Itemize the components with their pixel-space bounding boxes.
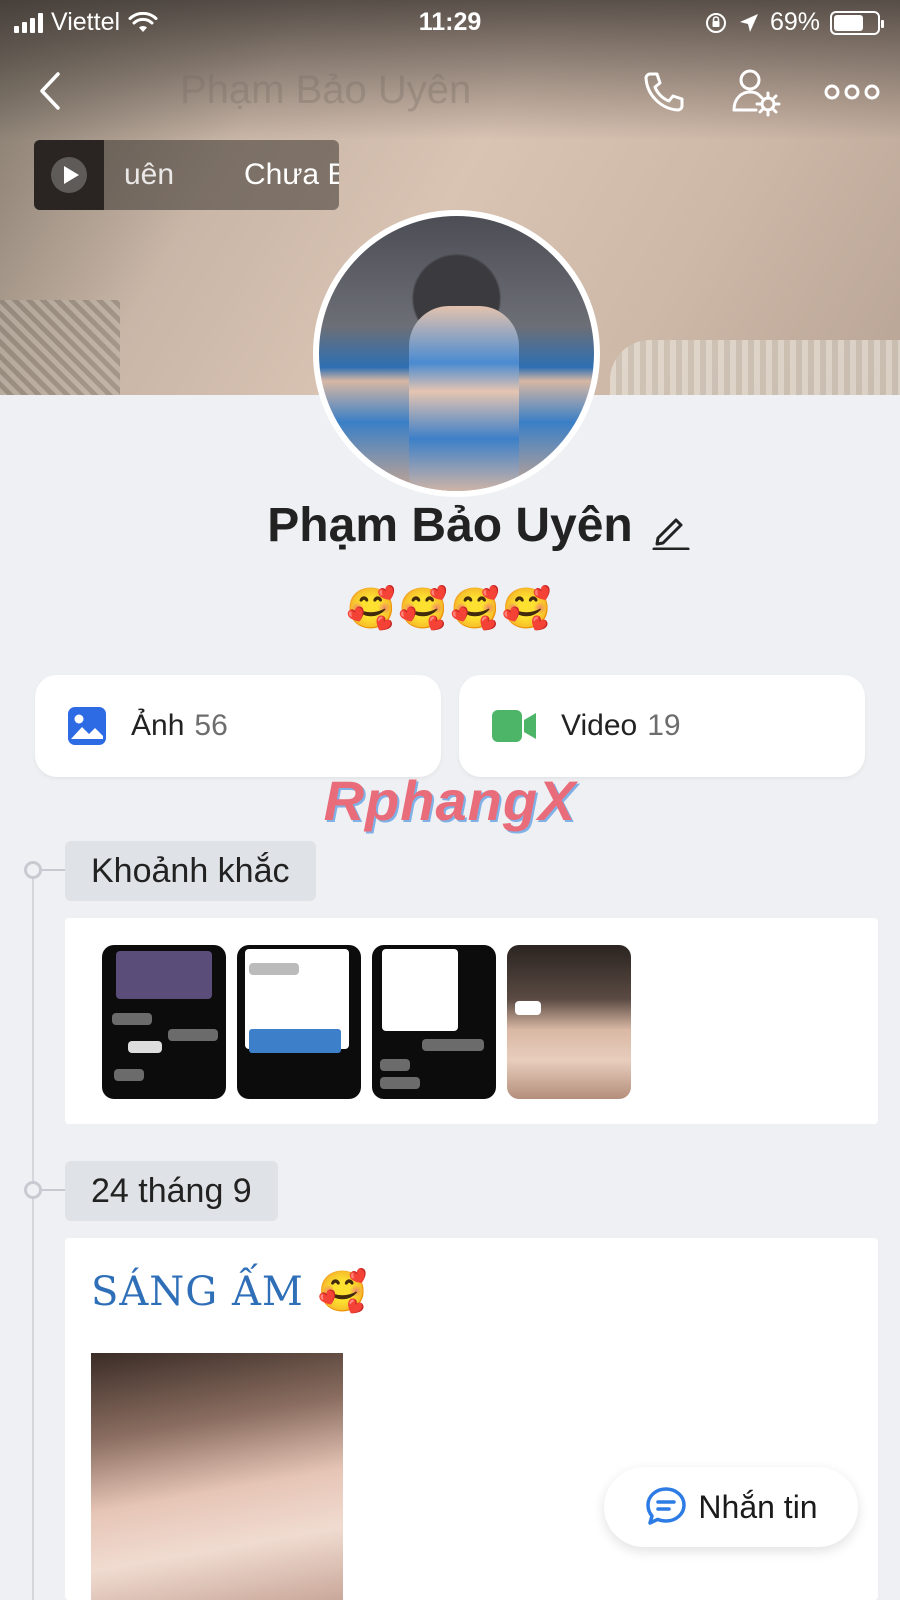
play-icon (51, 157, 87, 193)
more-icon[interactable] (822, 64, 882, 120)
message-button[interactable]: Nhắn tin (604, 1467, 858, 1547)
moment-thumbnail[interactable] (372, 945, 496, 1099)
profile-name: Phạm Bảo Uyên (267, 499, 633, 552)
videos-label: Video (561, 709, 638, 742)
header-bar: Phạm Bảo Uyên (0, 46, 900, 138)
cover-texture-detail (0, 300, 120, 395)
orientation-lock-icon (705, 12, 726, 33)
post-photo[interactable] (91, 1353, 343, 1600)
battery-fill (834, 14, 863, 31)
timeline-line (32, 870, 34, 1600)
pencil-icon[interactable] (650, 510, 690, 550)
photos-label: Ảnh (131, 709, 185, 742)
moment-thumbnail[interactable] (102, 945, 226, 1099)
cover-lace-detail (610, 340, 900, 395)
post-title: SÁNG ẤM 🥰 (91, 1269, 369, 1315)
story-thumbnail[interactable] (34, 140, 104, 210)
chevron-left-icon[interactable] (30, 66, 70, 116)
video-icon (492, 710, 536, 742)
story-music-pill[interactable]: uên Chưa B (34, 140, 339, 210)
moment-thumbnail[interactable] (237, 945, 361, 1099)
timeline-dot (24, 1181, 68, 1199)
story-label: Chưa B (244, 158, 339, 191)
phone-icon[interactable] (636, 64, 692, 120)
moments-section-label: Khoảnh khắc (65, 841, 316, 901)
chat-bubble-icon (646, 1487, 687, 1525)
videos-card[interactable]: Video 19 (459, 675, 865, 777)
photos-count: 56 (194, 709, 228, 742)
profile-name-row: Phạm Bảo Uyên (0, 498, 900, 553)
videos-count: 19 (647, 709, 681, 742)
story-label-faded: uên (124, 158, 175, 191)
user-settings-icon[interactable] (728, 64, 784, 120)
message-button-label: Nhắn tin (698, 1488, 818, 1525)
location-icon (739, 13, 758, 32)
avatar[interactable] (313, 210, 600, 497)
profile-bio: 🥰🥰🥰🥰 (346, 586, 554, 632)
status-bar: Viettel 11:29 69% (0, 0, 900, 46)
battery-icon (830, 10, 884, 35)
date-section-label: 24 tháng 9 (65, 1161, 278, 1221)
moment-thumbnail[interactable] (507, 945, 631, 1099)
battery-percent: 69% (769, 8, 820, 36)
photos-card[interactable]: Ảnh 56 (35, 675, 441, 777)
header-title: Phạm Bảo Uyên (180, 68, 472, 112)
timeline-dot (24, 861, 68, 879)
watermark: RphangX (323, 769, 577, 832)
image-icon (68, 707, 106, 745)
moments-strip (65, 918, 878, 1124)
avatar-figure (409, 306, 519, 491)
